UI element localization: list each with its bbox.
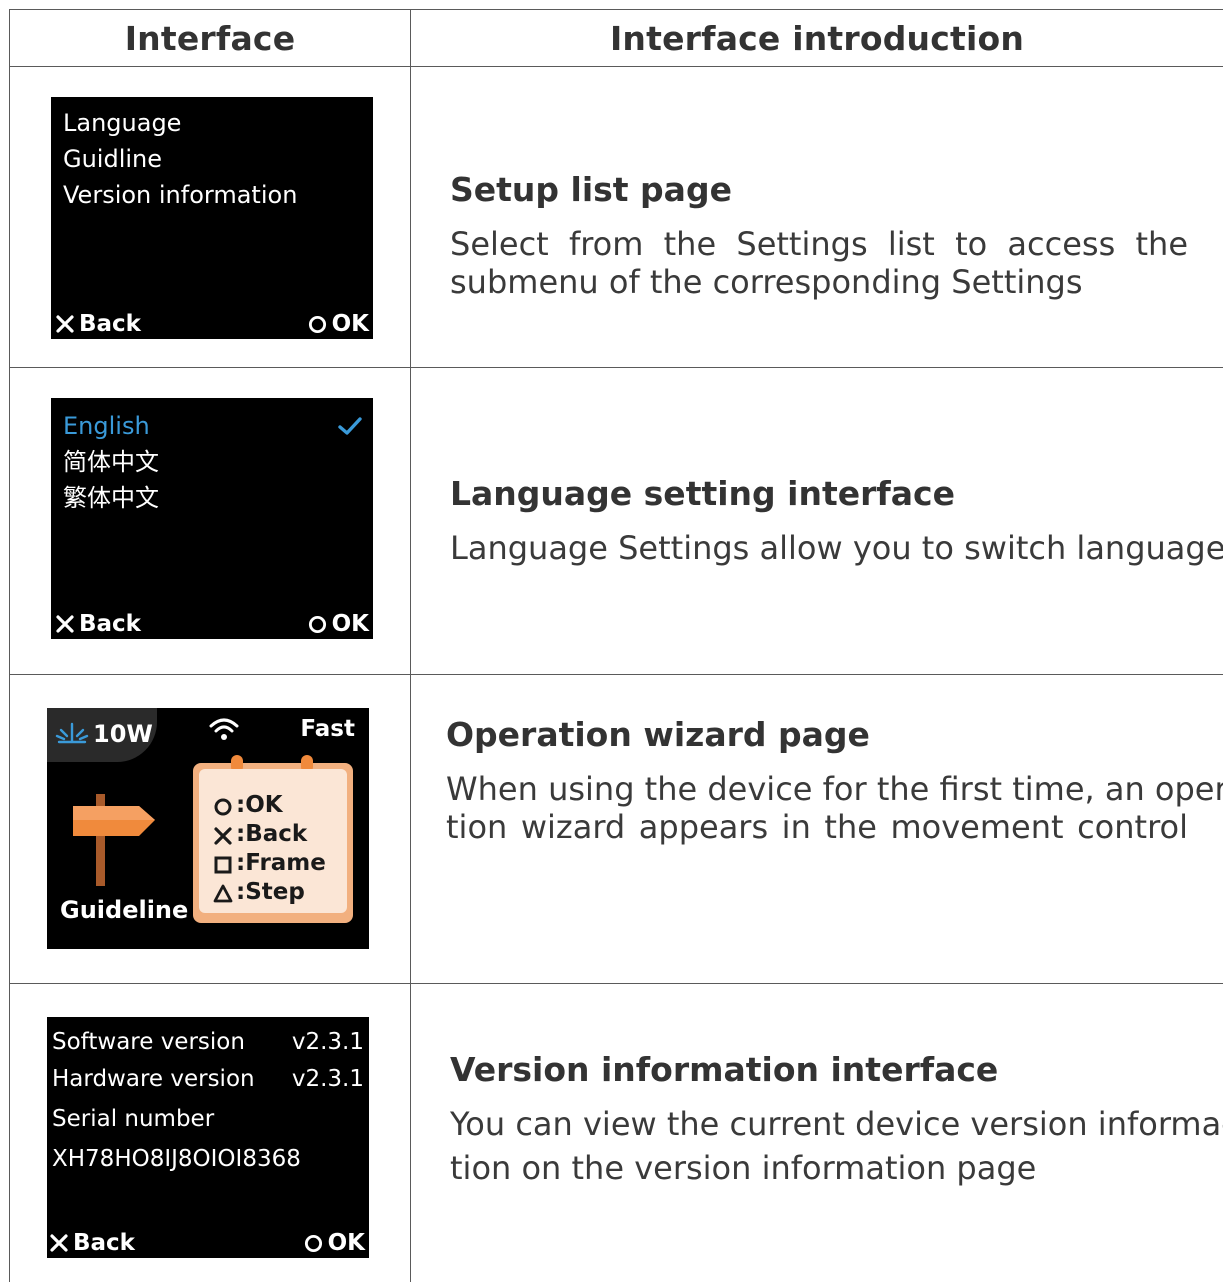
- header-interface: Interface: [124, 18, 296, 58]
- wizard-title: Operation wizard page: [446, 715, 870, 754]
- ok-button[interactable]: OK: [308, 611, 369, 637]
- version-text-line2: tion on the version information page: [450, 1149, 1037, 1187]
- hint-frame: :Frame: [213, 849, 326, 878]
- software-version-row: Software version v2.3.1: [52, 1029, 364, 1055]
- version-title: Version information interface: [450, 1050, 999, 1089]
- wizard-description: Operation wizard page When using the dev…: [446, 715, 1223, 846]
- serial-number-value-row: XH78HO8IJ8OIOI8368: [52, 1146, 364, 1172]
- setup-menu: Language Guidline Version information: [63, 105, 297, 213]
- hint-back: :Back: [213, 820, 326, 849]
- ok-label: OK: [331, 311, 369, 337]
- circle-icon: [304, 1234, 322, 1252]
- wifi-icon: [209, 718, 239, 740]
- circle-icon: [308, 315, 326, 333]
- language-option-traditional-chinese[interactable]: 繁体中文: [63, 480, 363, 516]
- back-label: Back: [79, 611, 141, 637]
- language-text: Language Settings allow you to switch la…: [450, 529, 1223, 567]
- circle-icon: [214, 798, 232, 815]
- hint-card: :OK :Back :Frame :Step: [193, 755, 353, 923]
- back-button[interactable]: Back: [49, 1230, 135, 1256]
- software-version-label: Software version: [52, 1029, 245, 1055]
- laser-icon: [55, 722, 89, 744]
- serial-number-row: Serial number: [52, 1106, 364, 1132]
- cross-icon: [56, 615, 74, 633]
- header-divider: [9, 66, 1223, 67]
- table-left-border: [9, 9, 10, 1282]
- hardware-version-row: Hardware version v2.3.1: [52, 1066, 364, 1092]
- wizard-screen: 10W Fast Guideline :OK :Back:Frame:Ste…: [47, 708, 369, 949]
- cross-icon: [214, 826, 232, 845]
- screen-footer: Back OK: [47, 1228, 369, 1258]
- menu-item-version-information[interactable]: Version information: [63, 177, 297, 213]
- power-value: 10W: [93, 720, 153, 748]
- square-icon: [214, 856, 232, 873]
- english-label: English: [63, 412, 150, 440]
- row-divider-3: [9, 983, 1223, 984]
- wizard-text-line1: When using the device for the first time…: [446, 770, 1223, 808]
- wizard-text-line2: tion wizard appears in the movement cont…: [446, 808, 1188, 846]
- cross-icon: [50, 1234, 68, 1252]
- back-label: Back: [79, 311, 141, 337]
- column-divider: [410, 9, 411, 1282]
- language-option-english[interactable]: English: [63, 408, 363, 444]
- hardware-version-value: v2.3.1: [291, 1066, 364, 1092]
- version-text-line1: You can view the current device version …: [450, 1105, 1223, 1143]
- setup-list-description: Setup list page Select from the Settings…: [450, 170, 1188, 301]
- language-option-simplified-chinese[interactable]: 简体中文: [63, 444, 363, 480]
- screen-footer: Back OK: [51, 609, 373, 639]
- menu-item-guidline[interactable]: Guidline: [63, 141, 297, 177]
- ok-button[interactable]: OK: [304, 1230, 365, 1256]
- signpost-icon: [73, 794, 155, 886]
- hardware-version-label: Hardware version: [52, 1066, 255, 1092]
- screen-footer: Back OK: [51, 309, 373, 339]
- language-title: Language setting interface: [450, 474, 955, 513]
- serial-number-value: XH78HO8IJ8OIOI8368: [52, 1146, 301, 1172]
- language-menu: English 简体中文 繁体中文: [63, 408, 363, 516]
- hint-ok: :OK: [213, 791, 326, 820]
- speed-mode: Fast: [300, 716, 355, 742]
- setup-list-text: Select from the Settings list to access …: [450, 225, 1188, 301]
- ok-button[interactable]: OK: [308, 311, 369, 337]
- back-button[interactable]: Back: [55, 611, 141, 637]
- language-screen: English 简体中文 繁体中文 Back OK: [51, 398, 373, 639]
- row-divider-2: [9, 674, 1223, 675]
- language-description: Language setting interface Language Sett…: [450, 474, 1223, 567]
- setup-list-screen: Language Guidline Version information Ba…: [51, 97, 373, 339]
- cross-icon: [56, 315, 74, 333]
- guideline-label: Guideline: [60, 896, 189, 924]
- version-screen: Software version v2.3.1 Hardware version…: [47, 1017, 369, 1258]
- header-introduction: Interface introduction: [609, 18, 1025, 58]
- triangle-icon: [213, 884, 233, 902]
- menu-item-language[interactable]: Language: [63, 105, 297, 141]
- hint-list: :OK :Back :Frame :Step: [213, 791, 326, 907]
- serial-number-label: Serial number: [52, 1106, 215, 1132]
- version-description: Version information interface You can vi…: [450, 1050, 1223, 1187]
- ok-label: OK: [327, 1230, 365, 1256]
- setup-list-title: Setup list page: [450, 170, 732, 209]
- ok-label: OK: [331, 611, 369, 637]
- back-label: Back: [73, 1230, 135, 1256]
- row-divider-1: [9, 367, 1223, 368]
- circle-icon: [308, 615, 326, 633]
- hint-step: :Step: [213, 878, 326, 907]
- check-icon: [338, 417, 362, 435]
- back-button[interactable]: Back: [55, 311, 141, 337]
- software-version-value: v2.3.1: [291, 1029, 364, 1055]
